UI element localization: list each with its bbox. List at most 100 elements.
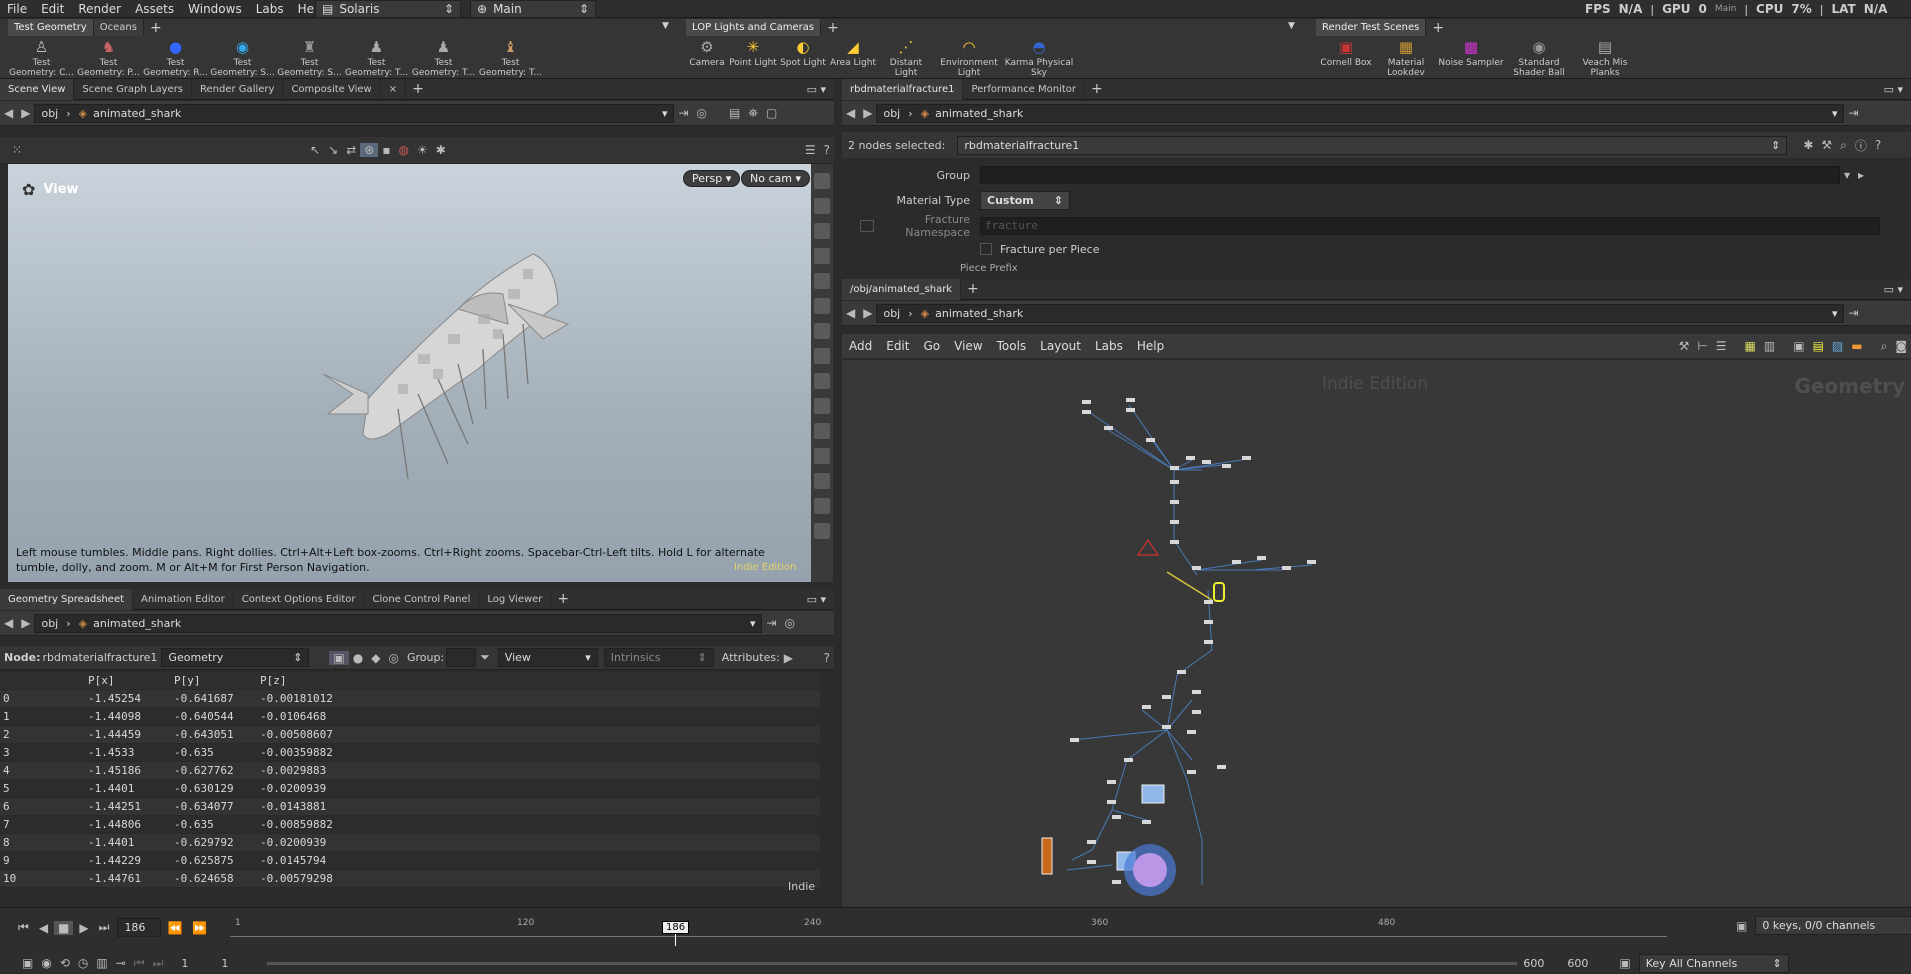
- wrench-icon[interactable]: ⚒: [1817, 138, 1836, 152]
- table-row[interactable]: 2 -1.44459 -0.643051 -0.00508607: [0, 726, 820, 744]
- intrinsics-dropdown[interactable]: Intrinsics ⇕: [603, 648, 714, 667]
- grid2-icon[interactable]: ▥: [1760, 339, 1779, 353]
- close-icon[interactable]: ×: [381, 78, 407, 100]
- forward-icon[interactable]: ▶: [17, 106, 34, 120]
- path-node[interactable]: animated_shark: [93, 617, 181, 630]
- group-field[interactable]: [446, 648, 477, 667]
- table-row[interactable]: 3 -1.4533 -0.635 -0.00359882: [0, 744, 820, 762]
- namespace-checkbox[interactable]: [860, 220, 874, 232]
- lop-icon[interactable]: ⛯: [744, 106, 762, 121]
- tab-scene-graph-layers[interactable]: Scene Graph Layers: [74, 78, 193, 100]
- forward-icon[interactable]: ▶: [859, 306, 876, 320]
- geo-icon[interactable]: ▤: [725, 106, 744, 120]
- tool-env-light[interactable]: ◠ Environment Light: [934, 38, 1004, 78]
- tab-render-gallery[interactable]: Render Gallery: [192, 78, 284, 100]
- tool-test-geo-t3[interactable]: ♝ Test Geometry: T...: [477, 38, 544, 78]
- tool-icon[interactable]: [814, 173, 830, 189]
- key-icon[interactable]: ▣: [1615, 956, 1634, 970]
- search-icon[interactable]: ⌕: [1877, 339, 1892, 354]
- col-header-py[interactable]: P[y]: [172, 672, 258, 689]
- tumble-icon[interactable]: ⊛: [360, 143, 379, 157]
- dropdown-icon[interactable]: ▾: [1840, 168, 1854, 182]
- wrench-icon[interactable]: ⚒: [1675, 339, 1694, 353]
- playhead-marker[interactable]: 186: [662, 921, 690, 934]
- tool-test-geo-s1[interactable]: ◉ Test Geometry: S...: [209, 38, 276, 78]
- table-row[interactable]: 5 -1.4401 -0.630129 -0.0200939: [0, 780, 820, 798]
- tool-icon[interactable]: [814, 273, 830, 289]
- range-slider[interactable]: [267, 961, 1518, 965]
- record-icon[interactable]: ◍: [394, 143, 412, 157]
- tool-icon[interactable]: [814, 423, 830, 439]
- add-shelf-icon[interactable]: +: [821, 20, 845, 36]
- net-menu-help[interactable]: Help: [1130, 339, 1171, 353]
- path-field[interactable]: obj › ◈ animated_shark ▾: [34, 103, 675, 123]
- path-field[interactable]: obj › ◈ animated_shark ▾: [34, 613, 763, 633]
- path-root[interactable]: obj: [41, 107, 58, 120]
- table-row[interactable]: 0 -1.45254 -0.641687 -0.00181012: [0, 690, 820, 708]
- tab-rbdmaterialfracture1[interactable]: rbdmaterialfracture1: [842, 78, 964, 100]
- desktop-dropdown[interactable]: ▤ Solaris ⇕: [315, 0, 461, 18]
- step-back-icon[interactable]: ⏪: [163, 921, 186, 935]
- tool-spot-light[interactable]: ◐ Spot Light: [778, 38, 828, 78]
- key-all-dropdown[interactable]: Key All Channels ⇕: [1638, 953, 1789, 973]
- render-icon[interactable]: ☀: [413, 143, 432, 157]
- play-icon[interactable]: ▶: [780, 651, 797, 665]
- pane-menu-icon[interactable]: ▭ ▾: [1884, 283, 1911, 296]
- view-dropdown[interactable]: View ▾: [497, 648, 598, 667]
- tool-veach[interactable]: ▤ Veach Mis Planks: [1572, 38, 1638, 78]
- path-root[interactable]: obj: [883, 107, 900, 120]
- forward-icon[interactable]: ▶: [859, 106, 876, 120]
- shelf-menu-icon[interactable]: ▼: [662, 21, 669, 31]
- stop-icon[interactable]: ■: [54, 920, 74, 935]
- shelf-tab-oceans[interactable]: Oceans: [93, 19, 144, 36]
- prim-icon[interactable]: ◆: [367, 651, 384, 665]
- col-header-pz[interactable]: P[z]: [258, 672, 344, 689]
- persp-button[interactable]: Persp ▾: [683, 170, 741, 187]
- pin-icon[interactable]: ⇥: [674, 106, 692, 120]
- pin-icon[interactable]: ⇥: [762, 616, 780, 630]
- tool-icon[interactable]: [814, 348, 830, 364]
- tool-test-geo-t1[interactable]: ♟ Test Geometry: T...: [343, 38, 410, 78]
- gear-icon[interactable]: ✱: [1799, 138, 1817, 152]
- path-root[interactable]: obj: [883, 307, 900, 320]
- path-node[interactable]: animated_shark: [935, 107, 1023, 120]
- shelf-tab-test-geometry[interactable]: Test Geometry: [8, 19, 94, 36]
- tab-network-path[interactable]: /obj/animated_shark: [842, 278, 962, 300]
- tool-icon[interactable]: [814, 248, 830, 264]
- play-icon[interactable]: ▶: [75, 921, 92, 935]
- network-editor[interactable]: Indie Edition Geometry: [842, 360, 1911, 908]
- path-field[interactable]: obj › ◈ animated_shark ▾: [876, 303, 1845, 323]
- table-row[interactable]: 6 -1.44251 -0.634077 -0.0143881: [0, 798, 820, 816]
- link-icon[interactable]: ◎: [693, 106, 711, 120]
- tool-karma-sky[interactable]: ◓ Karma Physical Sky: [1004, 38, 1074, 78]
- tab-clone-control[interactable]: Clone Control Panel: [365, 588, 480, 610]
- tab-composite-view[interactable]: Composite View: [283, 78, 381, 100]
- range-end-value[interactable]: 600: [1523, 957, 1567, 970]
- table-row[interactable]: 1 -1.44098 -0.640544 -0.0106468: [0, 708, 820, 726]
- grid-icon[interactable]: ⁙: [8, 143, 26, 157]
- select-icon[interactable]: ↖: [306, 143, 324, 157]
- help-icon[interactable]: ?: [1871, 138, 1885, 152]
- tree-icon[interactable]: ⊢: [1693, 339, 1711, 353]
- image-icon[interactable]: ▨: [1828, 339, 1847, 353]
- screen-icon[interactable]: ▣: [1789, 339, 1808, 353]
- back-icon[interactable]: ◀: [842, 106, 859, 120]
- tool-icon[interactable]: [814, 498, 830, 514]
- folder-icon[interactable]: ▬: [1847, 339, 1866, 353]
- info-icon[interactable]: ⓘ: [1851, 137, 1871, 154]
- prev-frame-icon[interactable]: ◀: [35, 921, 52, 935]
- note-icon[interactable]: ▤: [1809, 339, 1828, 353]
- key-icon[interactable]: ▣: [1732, 919, 1751, 933]
- add-shelf-icon[interactable]: +: [144, 20, 168, 36]
- shelf-tab-render-test[interactable]: Render Test Scenes: [1316, 19, 1427, 36]
- transform-icon[interactable]: ⇄: [342, 143, 360, 157]
- shelf-menu-icon[interactable]: ▼: [1288, 21, 1295, 31]
- tool-noise-sampler[interactable]: ▩ Noise Sampler: [1436, 38, 1506, 78]
- window-icon[interactable]: ▢: [762, 106, 781, 120]
- tool-icon[interactable]: [814, 298, 830, 314]
- back-icon[interactable]: ◀: [0, 616, 17, 630]
- current-frame-field[interactable]: 186: [117, 918, 162, 937]
- filter-icon[interactable]: ⏷: [476, 650, 494, 665]
- path-root[interactable]: obj: [41, 617, 58, 630]
- table-row[interactable]: 4 -1.45186 -0.627762 -0.0029883: [0, 762, 820, 780]
